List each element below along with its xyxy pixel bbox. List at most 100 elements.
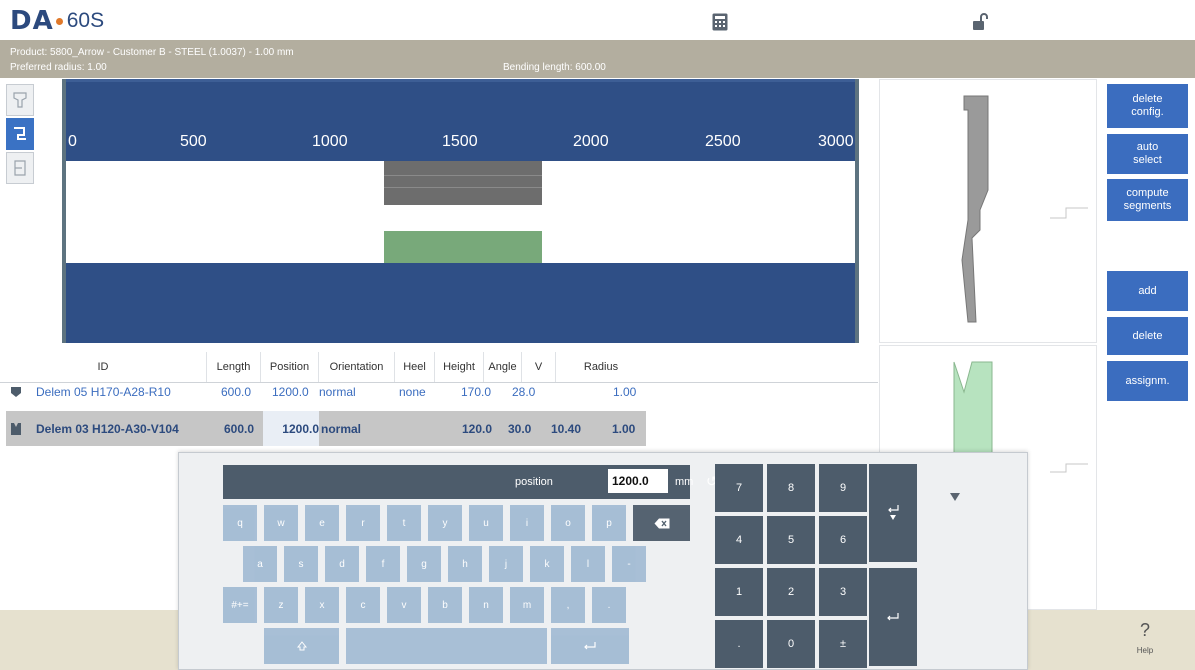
col-height[interactable]: Height bbox=[435, 352, 484, 382]
input-label: position bbox=[515, 476, 553, 488]
col-heel[interactable]: Heel bbox=[395, 352, 435, 382]
enter-key[interactable] bbox=[551, 628, 629, 664]
key-b[interactable]: b bbox=[428, 587, 462, 623]
key-g[interactable]: g bbox=[407, 546, 441, 582]
lower-tool-view-button[interactable] bbox=[6, 152, 34, 184]
key-q[interactable]: q bbox=[223, 505, 257, 541]
col-angle[interactable]: Angle bbox=[484, 352, 522, 382]
unlock-icon[interactable] bbox=[968, 10, 992, 34]
calculator-icon[interactable] bbox=[708, 10, 732, 34]
dropdown-arrow-icon[interactable] bbox=[949, 489, 961, 501]
help-icon: ? bbox=[1139, 620, 1150, 640]
key-u[interactable]: u bbox=[469, 505, 503, 541]
key-dash[interactable]: - bbox=[612, 546, 646, 582]
key-period[interactable]: . bbox=[592, 587, 626, 623]
col-length[interactable]: Length bbox=[207, 352, 261, 382]
cell-length: 600.0 bbox=[221, 385, 252, 399]
numkey-9[interactable]: 9 bbox=[819, 464, 867, 512]
shift-key[interactable] bbox=[264, 628, 339, 664]
next-field-key[interactable] bbox=[869, 464, 917, 562]
upper-tool-icon bbox=[13, 92, 27, 108]
key-e[interactable]: e bbox=[305, 505, 339, 541]
key-o[interactable]: o bbox=[551, 505, 585, 541]
position-input[interactable] bbox=[608, 469, 668, 493]
on-screen-keyboard: position mm ↺ q w e r t y u i o p a s d … bbox=[178, 452, 1028, 670]
col-position[interactable]: Position bbox=[261, 352, 319, 382]
lower-beam bbox=[62, 263, 859, 343]
key-n[interactable]: n bbox=[469, 587, 503, 623]
key-d[interactable]: d bbox=[325, 546, 359, 582]
col-v[interactable]: V bbox=[522, 352, 556, 382]
lower-tool-segment[interactable] bbox=[384, 231, 542, 263]
ruler-label: 2500 bbox=[705, 133, 741, 150]
numkey-8[interactable]: 8 bbox=[767, 464, 815, 512]
logo-dot bbox=[55, 17, 63, 25]
cell-height: 170.0 bbox=[461, 385, 492, 399]
key-a[interactable]: a bbox=[243, 546, 277, 582]
product-info-bar: Product: 5800_Arrow - Customer B - STEEL… bbox=[0, 40, 1195, 78]
key-r[interactable]: r bbox=[346, 505, 380, 541]
numpad-enter-key[interactable] bbox=[869, 568, 917, 666]
view-selector bbox=[6, 84, 34, 186]
bending-length: Bending length: 600.00 bbox=[503, 62, 606, 73]
upper-tool-profile bbox=[879, 79, 1097, 343]
key-z[interactable]: z bbox=[264, 587, 298, 623]
key-x[interactable]: x bbox=[305, 587, 339, 623]
key-y[interactable]: y bbox=[428, 505, 462, 541]
key-v[interactable]: v bbox=[387, 587, 421, 623]
lower-tool-icon bbox=[14, 160, 26, 176]
key-comma[interactable]: , bbox=[551, 587, 585, 623]
numkey-5[interactable]: 5 bbox=[767, 516, 815, 564]
key-p[interactable]: p bbox=[592, 505, 626, 541]
backspace-key[interactable] bbox=[633, 505, 690, 541]
enter-icon bbox=[887, 612, 899, 620]
cell-position[interactable]: 1200.0 bbox=[263, 411, 319, 446]
space-key[interactable] bbox=[346, 628, 547, 664]
key-h[interactable]: h bbox=[448, 546, 482, 582]
key-l[interactable]: l bbox=[571, 546, 605, 582]
help-button[interactable]: ? Help bbox=[1120, 620, 1170, 655]
setup-view-button[interactable] bbox=[6, 118, 34, 150]
col-radius[interactable]: Radius bbox=[556, 352, 646, 382]
numkey-0[interactable]: 0 bbox=[767, 620, 815, 668]
key-s[interactable]: s bbox=[284, 546, 318, 582]
ruler-label: 3000 bbox=[818, 133, 854, 150]
machine-view[interactable]: 0 500 1000 1500 2000 2500 3000 bbox=[62, 79, 859, 343]
keyboard-input-bar: position mm ↺ bbox=[223, 465, 718, 499]
key-m[interactable]: m bbox=[510, 587, 544, 623]
add-button[interactable]: add bbox=[1107, 271, 1188, 311]
numkey-2[interactable]: 2 bbox=[767, 568, 815, 616]
key-t[interactable]: t bbox=[387, 505, 421, 541]
upper-tool-segment[interactable] bbox=[384, 161, 542, 205]
auto-select-button[interactable]: auto select bbox=[1107, 134, 1188, 174]
numkey-decimal[interactable]: . bbox=[715, 620, 763, 668]
key-symbols[interactable]: #+= bbox=[223, 587, 257, 623]
numkey-3[interactable]: 3 bbox=[819, 568, 867, 616]
numkey-6[interactable]: 6 bbox=[819, 516, 867, 564]
numkey-4[interactable]: 4 bbox=[715, 516, 763, 564]
key-j[interactable]: j bbox=[489, 546, 523, 582]
key-i[interactable]: i bbox=[510, 505, 544, 541]
upper-tool-view-button[interactable] bbox=[6, 84, 34, 116]
action-panel: delete config. auto select compute segments… bbox=[1107, 84, 1188, 401]
table-row[interactable]: Delem 05 H170-A28-R10 600.0 1200.0 norma… bbox=[6, 383, 646, 401]
compute-segments-button[interactable]: compute segments bbox=[1107, 179, 1188, 221]
cell-angle: 30.0 bbox=[508, 421, 532, 436]
product-description: Product: 5800_Arrow - Customer B - STEEL… bbox=[10, 47, 294, 58]
lower-tool-row-icon bbox=[10, 411, 22, 446]
assignment-button[interactable]: assignm. bbox=[1107, 361, 1188, 401]
col-id[interactable]: ID bbox=[0, 352, 207, 382]
cell-radius: 1.00 bbox=[613, 385, 637, 399]
cell-heel: none bbox=[399, 385, 426, 399]
delete-config-button[interactable]: delete config. bbox=[1107, 84, 1188, 128]
numkey-7[interactable]: 7 bbox=[715, 464, 763, 512]
delete-button[interactable]: delete bbox=[1107, 317, 1188, 355]
key-f[interactable]: f bbox=[366, 546, 400, 582]
numkey-plusminus[interactable]: ± bbox=[819, 620, 867, 668]
table-row-selected[interactable]: Delem 03 H120-A30-V104 600.0 1200.0 norm… bbox=[6, 411, 646, 446]
key-k[interactable]: k bbox=[530, 546, 564, 582]
numkey-1[interactable]: 1 bbox=[715, 568, 763, 616]
key-w[interactable]: w bbox=[264, 505, 298, 541]
col-orientation[interactable]: Orientation bbox=[319, 352, 395, 382]
key-c[interactable]: c bbox=[346, 587, 380, 623]
